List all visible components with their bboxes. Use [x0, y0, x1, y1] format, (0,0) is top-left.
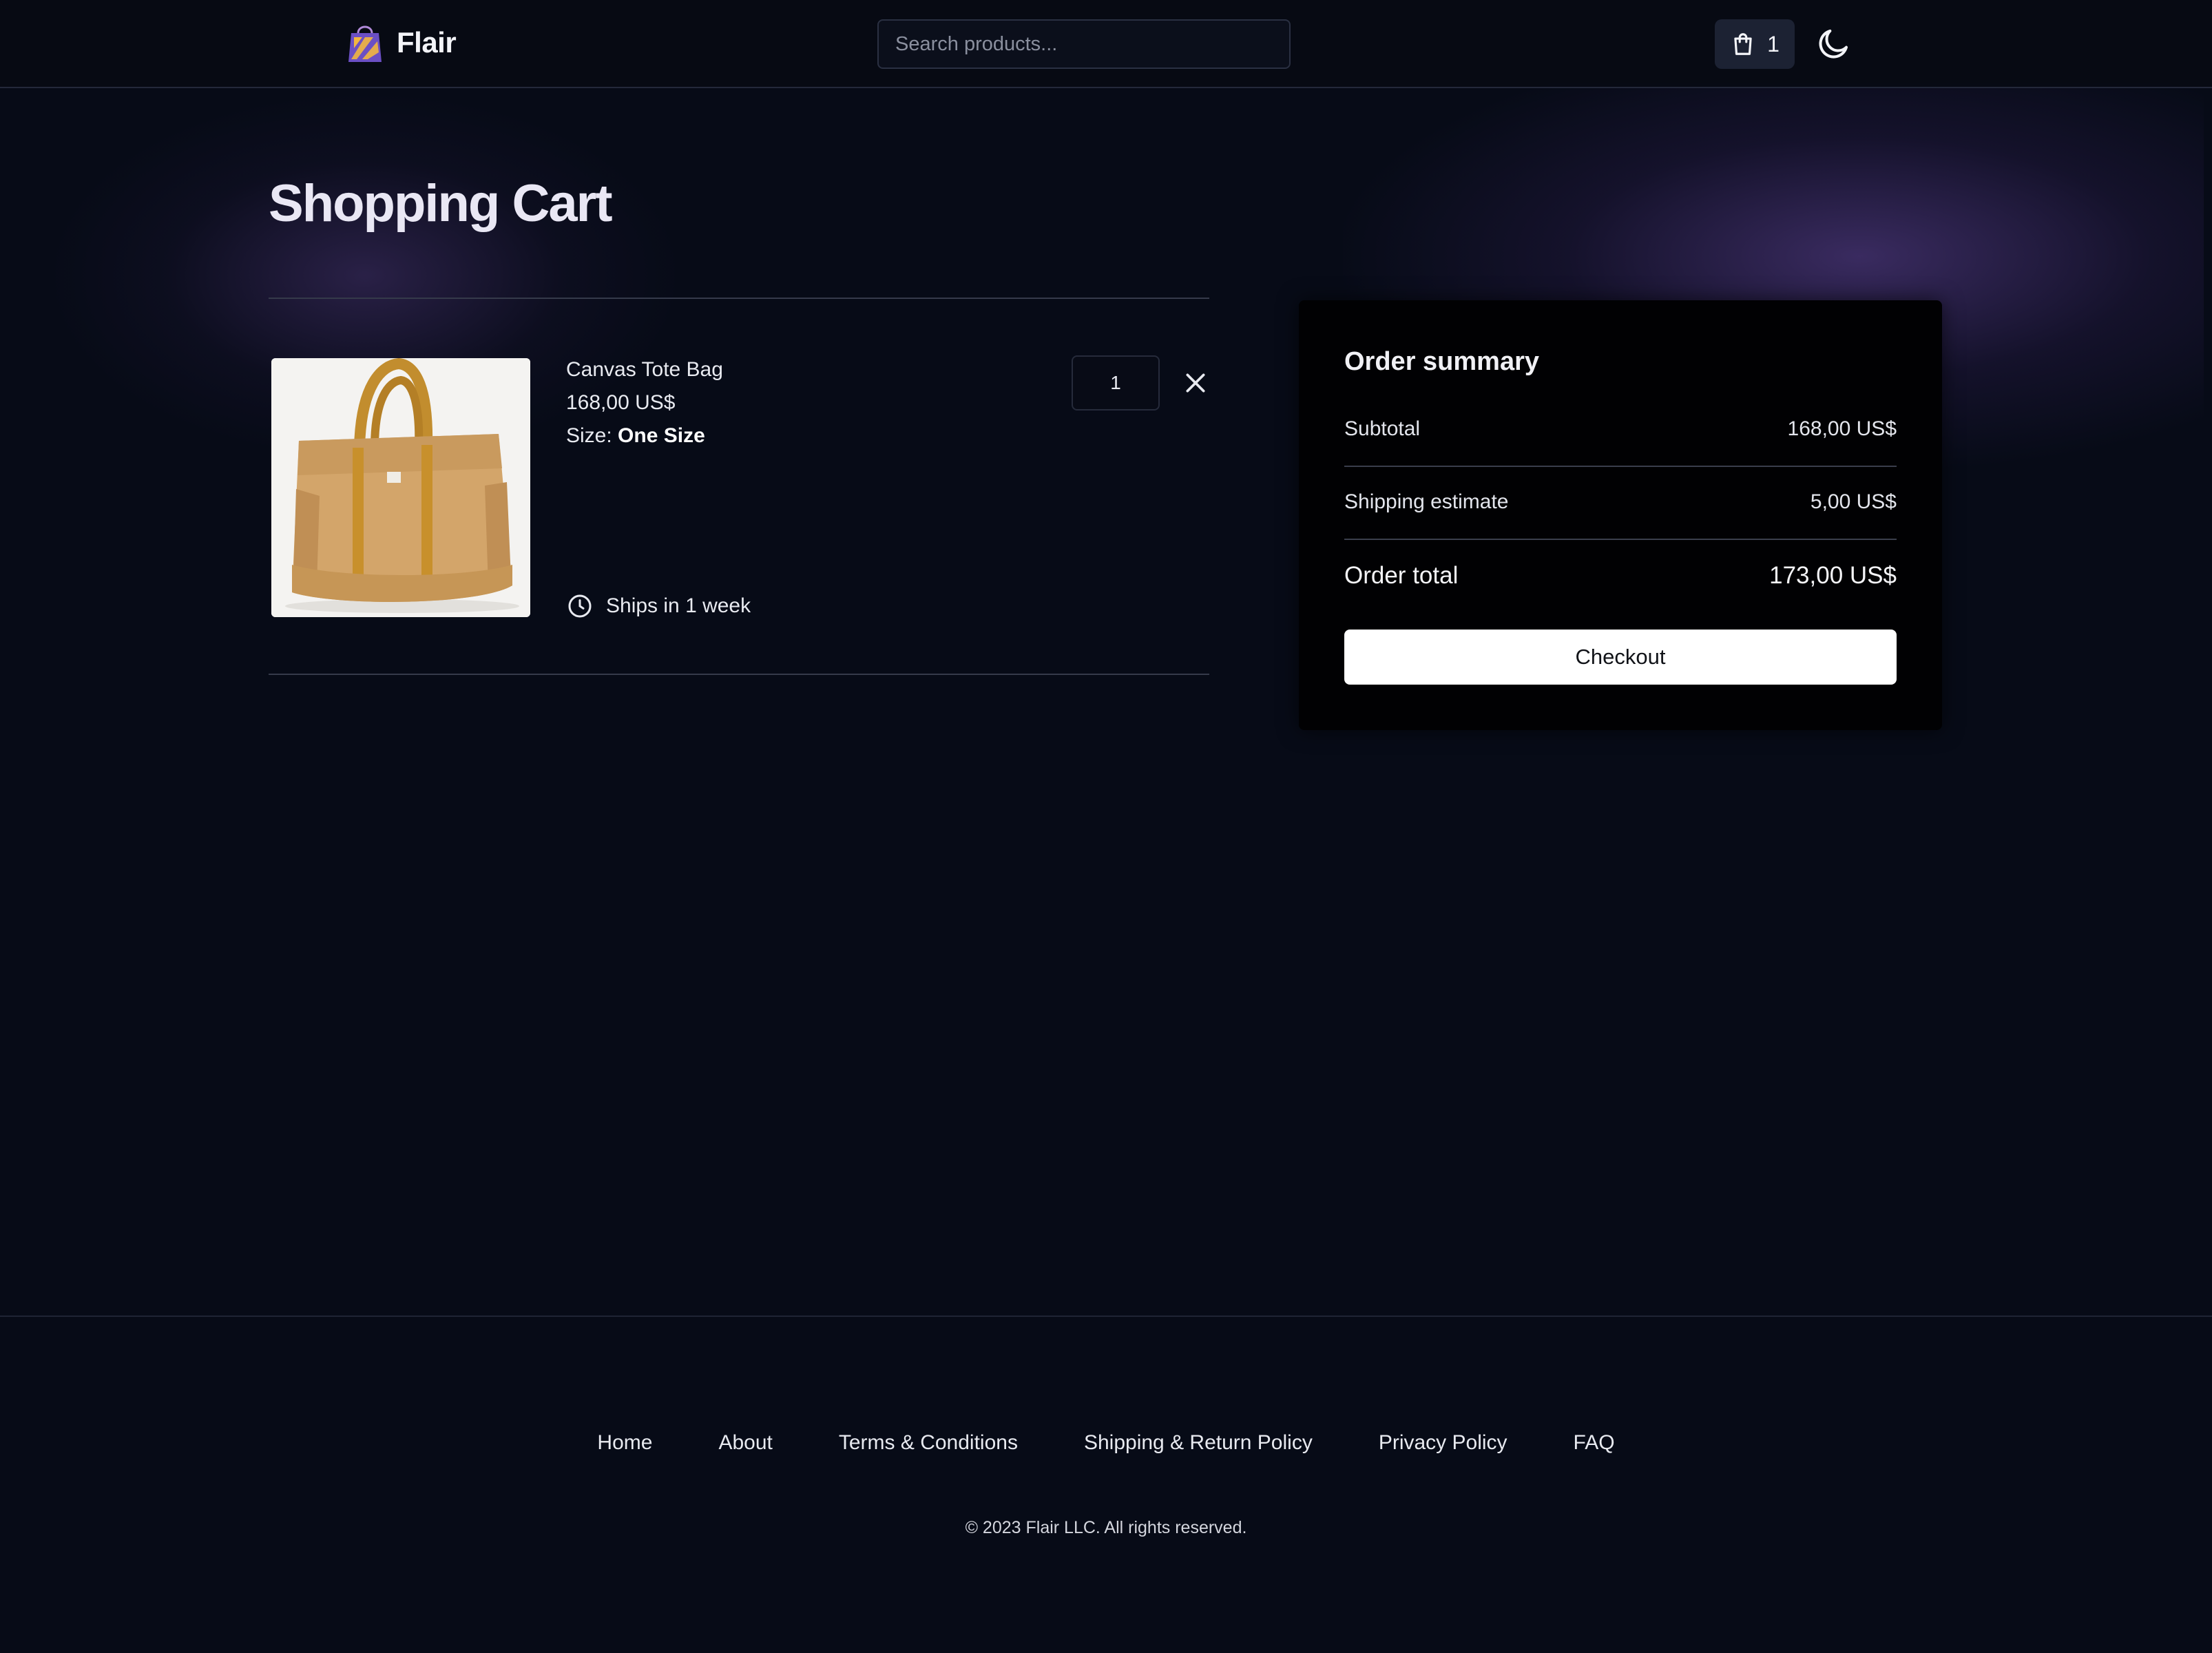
shipping-info: Ships in 1 week [566, 592, 751, 620]
cart-count-badge: 1 [1767, 31, 1780, 56]
product-size-value: One Size [618, 424, 705, 447]
footer-link-home[interactable]: Home [597, 1431, 652, 1455]
subtotal-value: 168,00 US$ [1787, 417, 1897, 440]
product-name[interactable]: Canvas Tote Bag [566, 358, 723, 382]
search-input[interactable] [877, 19, 1291, 69]
footer-link-faq[interactable]: FAQ [1574, 1431, 1615, 1455]
site-header: Flair 1 [0, 0, 2212, 88]
page: Flair 1 Shopping Cart [0, 0, 2212, 1653]
footer-link-terms[interactable]: Terms & Conditions [839, 1431, 1018, 1455]
shipping-estimate-row: Shipping estimate 5,00 US$ [1344, 490, 1897, 514]
order-summary-title: Order summary [1344, 347, 1540, 376]
subtotal-row: Subtotal 168,00 US$ [1344, 417, 1897, 441]
cart-button[interactable]: 1 [1715, 19, 1795, 69]
shipping-estimate-value: 5,00 US$ [1810, 490, 1897, 513]
cart-divider-top [269, 298, 1209, 299]
quantity-input[interactable] [1072, 355, 1160, 410]
shopping-bag-icon [1734, 33, 1752, 55]
order-total-value: 173,00 US$ [1769, 562, 1897, 589]
product-size: Size: One Size [566, 424, 705, 448]
order-total-label: Order total [1344, 562, 1459, 589]
footer-link-privacy[interactable]: Privacy Policy [1379, 1431, 1507, 1455]
footer-divider [0, 1316, 2212, 1317]
footer-link-about[interactable]: About [718, 1431, 772, 1455]
cart-divider-bottom [269, 674, 1209, 675]
close-icon[interactable] [1182, 369, 1209, 397]
product-image[interactable] [271, 358, 530, 617]
shipping-text: Ships in 1 week [606, 594, 751, 617]
summary-divider [1344, 539, 1897, 540]
moon-icon[interactable] [1815, 25, 1853, 62]
order-total-row: Order total 173,00 US$ [1344, 562, 1897, 590]
footer-nav: Home About Terms & Conditions Shipping &… [0, 1431, 2212, 1455]
product-price: 168,00 US$ [566, 391, 676, 414]
checkout-button[interactable]: Checkout [1344, 630, 1897, 685]
subtotal-label: Subtotal [1344, 417, 1421, 440]
page-title: Shopping Cart [269, 174, 613, 233]
copyright-text: © 2023 Flair LLC. All rights reserved. [965, 1518, 1247, 1537]
shipping-estimate-label: Shipping estimate [1344, 490, 1509, 513]
footer-link-shipping-return[interactable]: Shipping & Return Policy [1084, 1431, 1313, 1455]
shopping-bag-logo-icon [348, 25, 382, 62]
order-summary: Order summary Subtotal 168,00 US$ Shippi… [1299, 300, 1942, 730]
brand-name: Flair [397, 26, 457, 59]
brand-logo[interactable]: Flair [347, 21, 457, 65]
summary-divider [1344, 466, 1897, 467]
product-size-label: Size: [566, 424, 612, 447]
clock-icon [568, 594, 592, 618]
tote-bag-image [271, 358, 530, 617]
